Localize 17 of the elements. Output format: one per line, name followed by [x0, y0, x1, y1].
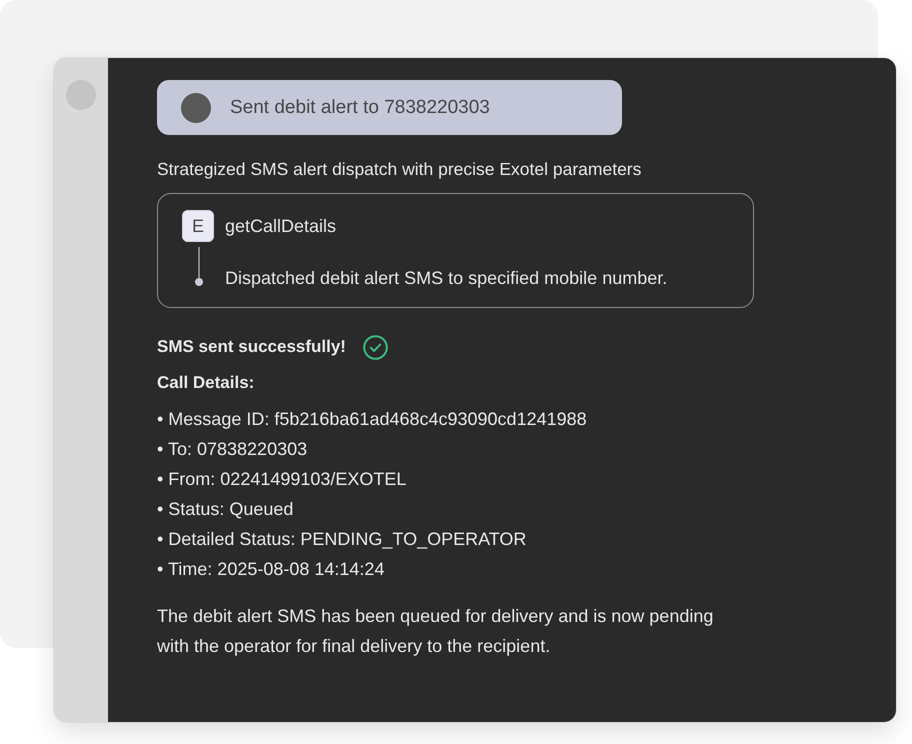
check-circle-icon — [362, 334, 388, 360]
details-heading: Call Details: — [157, 372, 256, 394]
detail-item: • To: 07838220303 — [157, 438, 308, 461]
detail-item: • Detailed Status: PENDING_TO_OPERATOR — [157, 528, 528, 551]
circle-icon — [181, 92, 211, 122]
detail-item: • Status: Queued — [157, 498, 294, 521]
summary-text: Strategized SMS alert dispatch with precise Exotel parameters — [157, 158, 642, 181]
detail-item: • Message ID: f5b216ba61ad468c4c93090cd1241988 — [157, 408, 588, 431]
success-title: SMS sent successfully! — [157, 336, 346, 358]
tool-badge: E — [182, 210, 214, 242]
step-connector-icon — [195, 247, 203, 286]
banner-text: Sent debit alert to 7838220303 — [230, 96, 490, 120]
detail-item: • From: 02241499103/EXOTEL — [157, 468, 408, 491]
closing-paragraph: The debit alert SMS has been queued for delivery and is now pending with the operator for final delivery to the recipient. — [157, 605, 714, 658]
detail-item: • Time: 2025-08-08 14:14:24 — [157, 558, 386, 581]
step-text: Dispatched debit alert SMS to specified mobile number. — [225, 267, 668, 290]
tool-name: getCallDetails — [225, 215, 338, 238]
